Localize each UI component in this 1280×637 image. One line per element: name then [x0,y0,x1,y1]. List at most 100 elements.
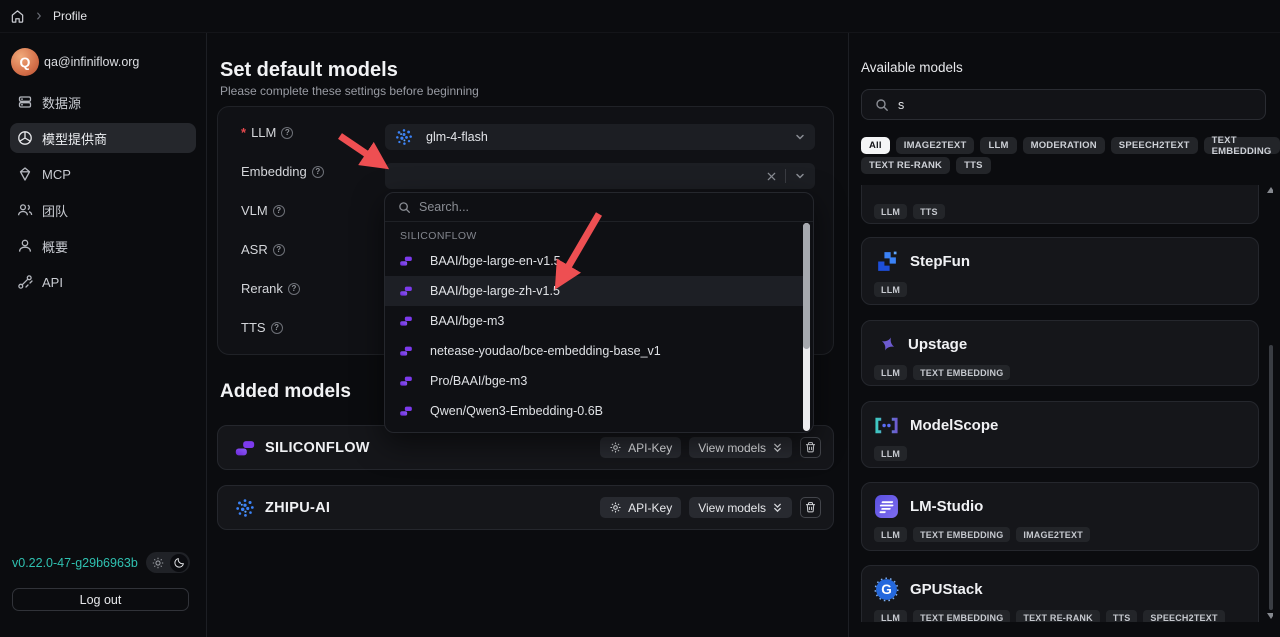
user-email: qa@infiniflow.org [44,55,139,69]
model-card-upstage[interactable]: Upstage LLM TEXT EMBEDDING [861,320,1259,386]
app-version[interactable]: v0.22.0-47-g29b6963b [12,556,138,570]
scroll-up-icon[interactable] [1267,187,1273,193]
zhipu-logo-icon [234,497,256,519]
chevron-down-icon [794,131,806,143]
dropdown-option[interactable]: BAAI/bge-large-en-v1.5 [385,246,806,276]
filter-all[interactable]: All [861,137,890,154]
help-icon[interactable]: ? [288,283,300,295]
model-card-stepfun[interactable]: StepFun LLM [861,237,1259,305]
capability-tag: SPEECH2TEXT [1143,610,1224,622]
theme-toggle[interactable] [146,552,190,573]
llm-select-value: glm-4-flash [426,130,488,144]
upstage-logo-icon [879,335,897,353]
api-key-button[interactable]: API-Key [600,497,681,518]
filter-llm[interactable]: LLM [980,137,1016,154]
sidebar-item-datasource[interactable]: 数据源 [10,87,196,117]
chevrons-down-icon [772,501,783,514]
zhipu-logo-icon [394,127,414,147]
embedding-select[interactable] [385,163,815,189]
dropdown-option-highlighted[interactable]: BAAI/bge-large-zh-v1.5 [385,276,806,306]
delete-provider-button[interactable] [800,437,821,458]
dropdown-option[interactable]: Qwen/Qwen3-Embedding-0.6B [385,396,806,426]
sidebar-item-profile-summary[interactable]: 概要 [10,231,196,261]
api-key-button[interactable]: API-Key [600,437,681,458]
help-icon[interactable]: ? [312,166,324,178]
dropdown-option[interactable]: BAAI/bge-m3 [385,306,806,336]
sidebar-item-api[interactable]: API [10,267,196,297]
gpustack-logo-icon: G [874,577,899,602]
filter-moderation[interactable]: MODERATION [1023,137,1105,154]
help-icon[interactable]: ? [273,205,285,217]
sidebar-item-label: 数据源 [42,93,81,112]
search-icon [398,201,411,214]
filter-text-rerank[interactable]: TEXT RE-RANK [861,157,950,174]
filter-speech2text[interactable]: SPEECH2TEXT [1111,137,1198,154]
chevron-down-icon [794,170,806,182]
dropdown-search-placeholder: Search... [419,200,469,214]
capability-tag: TEXT RE-RANK [1016,610,1099,622]
model-provider-name: GPUStack [910,581,983,598]
sun-icon[interactable] [152,557,164,569]
moon-icon[interactable] [170,554,188,572]
model-provider-icon [17,130,33,146]
field-label-llm: *LLM ? [241,125,293,140]
filter-text-embedding[interactable]: TEXT EMBEDDING [1204,137,1280,154]
scroll-down-icon[interactable] [1267,613,1273,619]
help-icon[interactable]: ? [271,322,283,334]
required-asterisk: * [241,125,246,140]
logout-button[interactable]: Log out [12,588,189,611]
sidebar-item-mcp[interactable]: MCP [10,159,196,189]
dropdown-scrollbar[interactable] [803,223,810,431]
view-models-button[interactable]: View models [689,437,792,458]
gear-icon [609,501,622,514]
svg-text:G: G [881,582,892,597]
field-label-vlm: VLM? [241,203,285,218]
clear-icon[interactable] [766,171,777,182]
siliconflow-icon [399,314,413,328]
capability-tag: LLM [874,204,907,219]
gear-icon [609,441,622,454]
page-title: Set default models [220,59,398,82]
sidebar-item-team[interactable]: 团队 [10,195,196,225]
view-models-button[interactable]: View models [689,497,792,518]
model-card-gpustack[interactable]: G GPUStack LLM TEXT EMBEDDING TEXT RE-RA… [861,565,1259,622]
api-icon [17,274,33,290]
sidebar-item-label: 团队 [42,201,68,220]
model-card-lm-studio[interactable]: LM-Studio LLM TEXT EMBEDDING IMAGE2TEXT [861,482,1259,551]
lm-studio-logo-icon [874,494,899,519]
llm-select[interactable]: glm-4-flash [385,124,815,150]
sidebar-item-label: 概要 [42,237,68,256]
sidebar-item-model-providers[interactable]: 模型提供商 [10,123,196,153]
breadcrumb[interactable]: Profile [53,9,87,23]
scrollbar-thumb[interactable] [803,223,810,349]
sidebar-item-label: MCP [42,167,71,182]
capability-tag: TEXT EMBEDDING [913,527,1010,542]
help-icon[interactable]: ? [281,127,293,139]
siliconflow-icon [399,284,413,298]
capability-tag: TTS [1106,610,1138,622]
delete-provider-button[interactable] [800,497,821,518]
available-models-list: LLM TTS StepFun LLM Upstage LLM TEXT EMB… [859,185,1273,622]
avatar[interactable]: Q [11,48,39,76]
search-value: s [898,98,904,112]
modelscope-logo-icon [874,417,899,434]
top-bar: Profile [0,0,1280,33]
available-models-search[interactable]: s [861,89,1266,120]
field-label-tts: TTS? [241,320,283,335]
filter-image2text[interactable]: IMAGE2TEXT [896,137,975,154]
dropdown-search-input[interactable]: Search... [385,193,813,222]
capability-tag: TTS [913,204,945,219]
help-icon[interactable]: ? [273,244,285,256]
filter-row-2: TEXT RE-RANK TTS [861,157,991,174]
dropdown-option[interactable]: Pro/BAAI/bge-m3 [385,366,806,396]
provider-name: ZHIPU-AI [265,500,330,516]
model-card-modelscope[interactable]: ModelScope LLM [861,401,1259,468]
filter-tts[interactable]: TTS [956,157,991,174]
search-icon [875,98,889,112]
dropdown-option[interactable]: netease-youdao/bce-embedding-base_v1 [385,336,806,366]
capability-tag: LLM [874,610,907,622]
capability-tag: LLM [874,446,907,461]
model-card-partial[interactable]: LLM TTS [861,185,1259,224]
home-icon[interactable] [10,9,25,24]
scrollbar-thumb[interactable] [1269,345,1273,610]
